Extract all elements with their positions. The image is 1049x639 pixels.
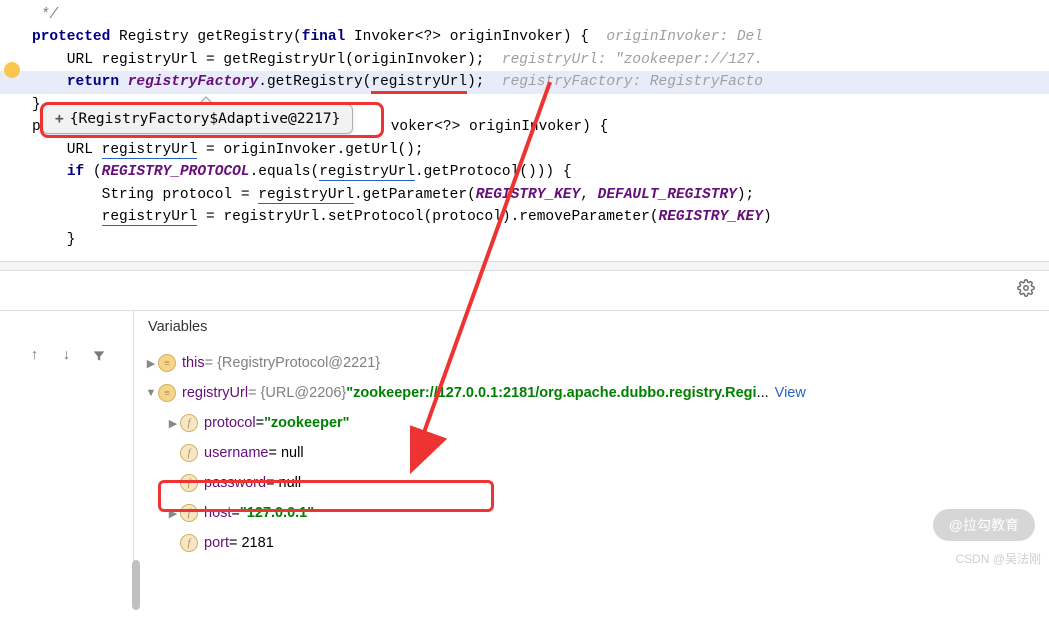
debug-panel: ↑ ↓ Variables ▶≡this = {RegistryProtocol… [0,311,1049,571]
variables-pane[interactable]: Variables ▶≡this = {RegistryProtocol@222… [134,311,1049,571]
variables-header: Variables [134,311,1049,344]
object-icon: ≡ [158,384,176,402]
inline-hint: registryFactory: RegistryFacto [485,74,763,90]
step-into-icon[interactable]: ↓ [58,347,76,365]
csdn-watermark: CSDN @吴法刚 [955,550,1041,567]
step-over-icon[interactable]: ↑ [26,347,44,365]
variables-tree[interactable]: ▶≡this = {RegistryProtocol@2221} ▼≡regis… [134,344,1049,558]
expand-icon[interactable]: + [55,111,64,127]
var-host[interactable]: ▶fhost = "127.0.0.1" [144,498,1049,528]
code-line: String protocol = registryUrl.getParamet… [0,184,1049,206]
gear-icon[interactable] [1017,279,1035,302]
filter-icon[interactable] [90,347,108,365]
var-username[interactable]: fusername = null [144,438,1049,468]
object-icon: ≡ [158,354,176,372]
debug-step-toolbar: ↑ ↓ [0,311,134,571]
expand-icon[interactable]: ▶ [166,417,180,430]
inline-hint: registryUrl: "zookeeper://127. [484,52,762,68]
watermark: @拉勾教育 [933,509,1035,541]
code-line: if (REGISTRY_PROTOCOL.equals(registryUrl… [0,161,1049,183]
separator [0,261,1049,271]
scrollbar[interactable] [132,560,140,610]
code-line: URL registryUrl = originInvoker.getUrl()… [0,139,1049,161]
var-protocol[interactable]: ▶fprotocol = "zookeeper" [144,408,1049,438]
var-this[interactable]: ▶≡this = {RegistryProtocol@2221} [144,348,1049,378]
expand-icon[interactable]: ▶ [144,357,158,370]
code-line: registryUrl = registryUrl.setProtocol(pr… [0,206,1049,228]
evaluate-popup[interactable]: + {RegistryFactory$Adaptive@2217} [42,104,353,134]
code-editor[interactable]: */ protected Registry getRegistry(final … [0,0,1049,251]
expand-icon[interactable]: ▶ [166,507,180,520]
debug-toolbar [0,271,1049,311]
collapse-icon[interactable]: ▼ [144,387,158,399]
var-registryurl[interactable]: ▼≡registryUrl = {URL@2206} "zookeeper://… [144,378,1049,408]
view-link[interactable]: View [775,385,806,401]
field-icon: f [180,444,198,462]
intention-bulb-icon[interactable] [4,62,20,78]
inline-hint: originInvoker: Del [589,29,763,45]
field-icon: f [180,504,198,522]
current-execution-line: return registryFactory.getRegistry(regis… [0,71,1049,93]
field-icon: f [180,414,198,432]
code-line: } [0,229,1049,251]
field-icon: f [180,474,198,492]
code-line: URL registryUrl = getRegistryUrl(originI… [0,49,1049,71]
var-password[interactable]: fpassword = null [144,468,1049,498]
code-comment: */ [32,7,58,23]
var-port[interactable]: fport = 2181 [144,528,1049,558]
field-icon: f [180,534,198,552]
popup-value: {RegistryFactory$Adaptive@2217} [70,111,341,127]
code-line: protected Registry getRegistry(final Inv… [0,26,1049,48]
